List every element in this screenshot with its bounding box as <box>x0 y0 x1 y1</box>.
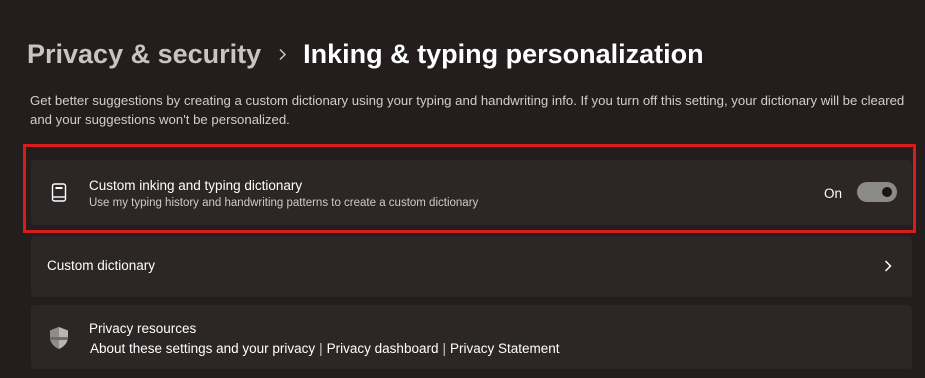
shield-icon <box>48 326 70 350</box>
custom-dictionary-label: Custom dictionary <box>47 258 156 273</box>
breadcrumb: Privacy & security Inking & typing perso… <box>27 34 704 74</box>
link-about-settings-privacy[interactable]: About these settings and your privacy <box>90 341 315 356</box>
breadcrumb-parent-privacy-security[interactable]: Privacy & security <box>27 39 261 70</box>
book-icon <box>51 183 67 203</box>
setting-title: Custom inking and typing dictionary <box>89 178 303 193</box>
chevron-right-icon <box>261 48 303 61</box>
chevron-right-icon <box>883 259 893 273</box>
toggle-state-label: On <box>824 186 843 201</box>
page-description: Get better suggestions by creating a cus… <box>30 93 905 127</box>
privacy-resources-title: Privacy resources <box>89 321 197 336</box>
link-privacy-statement[interactable]: Privacy Statement <box>450 341 560 356</box>
link-separator: | <box>442 341 446 356</box>
setting-subtitle: Use my typing history and handwriting pa… <box>89 197 479 209</box>
custom-dictionary-toggle[interactable] <box>857 182 897 202</box>
toggle-knob <box>882 187 892 197</box>
custom-dictionary-row[interactable]: Custom dictionary <box>31 236 912 297</box>
custom-dictionary-setting-card: Custom inking and typing dictionary Use … <box>31 160 912 225</box>
link-separator: | <box>319 341 323 356</box>
privacy-resources-card: Privacy resources About these settings a… <box>31 305 912 369</box>
privacy-links: About these settings and your privacy | Pr… <box>90 341 560 356</box>
link-privacy-dashboard[interactable]: Privacy dashboard <box>327 341 439 356</box>
page-title: Inking & typing personalization <box>303 38 704 69</box>
